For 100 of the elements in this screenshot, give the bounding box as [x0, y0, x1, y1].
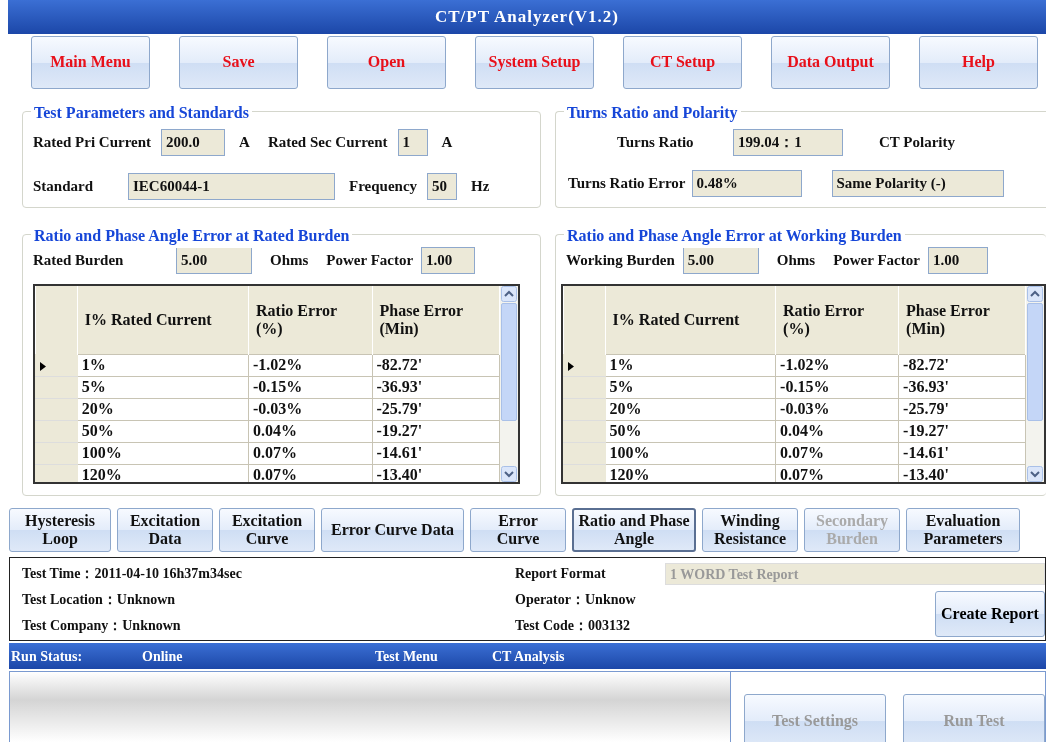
- row-header-corner: [35, 286, 78, 354]
- status-value: Online: [142, 647, 184, 666]
- column-header: I% Rated Current: [605, 286, 776, 354]
- status-label: Test Menu: [375, 647, 439, 666]
- table-cell: -25.79': [898, 398, 1026, 420]
- value-field: 200.0: [161, 129, 226, 156]
- create-report-button[interactable]: Create Report: [935, 591, 1045, 637]
- value-field: 1: [397, 129, 428, 156]
- toolbar-button[interactable]: System Setup: [475, 36, 594, 89]
- window-title: CT/PT Analyzer(V1.2): [435, 6, 619, 29]
- tab[interactable]: Hysteresis Loop: [9, 508, 111, 552]
- row-header[interactable]: [563, 354, 606, 376]
- table-cell: -19.27': [372, 420, 500, 442]
- row-pointer-icon: [40, 361, 46, 371]
- toolbar-button[interactable]: Main Menu: [31, 36, 150, 89]
- unit-label: Ohms: [270, 251, 309, 271]
- value-field: 199.04：1: [733, 129, 843, 156]
- info-label: Operator：: [515, 590, 585, 609]
- table-cell: -0.15%: [248, 376, 373, 398]
- info-value: 003132: [588, 616, 630, 635]
- field-label: CT Polarity: [879, 133, 955, 153]
- table-cell: 100%: [77, 442, 249, 464]
- info-label: Report Format: [515, 564, 607, 583]
- scroll-down-icon[interactable]: [501, 466, 517, 482]
- tab[interactable]: Ratio and Phase Angle: [572, 508, 696, 552]
- value-field: 5.00: [176, 247, 252, 274]
- table-cell: -14.61': [372, 442, 500, 464]
- table-cell: 20%: [605, 398, 776, 420]
- report-format-dropdown[interactable]: 1 WORD Test Report: [665, 563, 1045, 585]
- field-label: Rated Burden: [33, 251, 125, 271]
- polarity-field: Same Polarity (-): [831, 170, 1004, 197]
- row-header-corner: [563, 286, 606, 354]
- table-cell: 5%: [77, 376, 249, 398]
- table-cell: -0.03%: [248, 398, 373, 420]
- unit-label: A: [239, 133, 250, 153]
- status-value: CT Analysis: [492, 647, 565, 666]
- table-cell: 1%: [77, 354, 249, 376]
- toolbar-button[interactable]: Data Output: [771, 36, 890, 89]
- table-cell: -25.79': [372, 398, 500, 420]
- field-label: Turns Ratio: [617, 133, 695, 153]
- table-cell: -1.02%: [775, 354, 899, 376]
- scroll-up-icon[interactable]: [1027, 286, 1043, 302]
- row-pointer-icon: [568, 361, 574, 371]
- scroll-thumb[interactable]: [1027, 303, 1043, 421]
- table-cell: -0.03%: [775, 398, 899, 420]
- table-cell: -82.72': [898, 354, 1026, 376]
- tab[interactable]: Excitation Curve: [219, 508, 315, 552]
- field-label: Working Burden: [566, 251, 675, 271]
- toolbar-button[interactable]: CT Setup: [623, 36, 742, 89]
- table-cell: 20%: [77, 398, 249, 420]
- table-cell: -0.15%: [775, 376, 899, 398]
- table-cell: -36.93': [898, 376, 1026, 398]
- toolbar-button[interactable]: Open: [327, 36, 446, 89]
- column-header: I% Rated Current: [77, 286, 249, 354]
- table-cell: 50%: [605, 420, 776, 442]
- info-label: Test Company：: [22, 616, 123, 635]
- info-label: Test Code：: [515, 616, 588, 635]
- value-field: IEC60044-1: [128, 173, 335, 200]
- status-label: Run Status:: [11, 647, 84, 666]
- table-cell: -19.27': [898, 420, 1026, 442]
- info-value: Unknow: [585, 590, 636, 609]
- tab[interactable]: Error Curve: [470, 508, 566, 552]
- field-label: Frequency: [349, 177, 418, 197]
- unit-label: A: [441, 133, 453, 153]
- table-cell: 0.04%: [775, 420, 899, 442]
- column-header: Ratio Error (%): [248, 286, 373, 354]
- table-cell: 0.07%: [775, 442, 899, 464]
- table-cell: -14.61': [898, 442, 1026, 464]
- tab[interactable]: Excitation Data: [117, 508, 213, 552]
- table-cell: 100%: [605, 442, 776, 464]
- value-field: 1.00: [421, 247, 476, 274]
- table-cell: 5%: [605, 376, 776, 398]
- scroll-down-icon[interactable]: [1027, 466, 1043, 482]
- tab[interactable]: Error Curve Data: [321, 508, 464, 552]
- scroll-thumb[interactable]: [501, 303, 517, 421]
- scrollbar[interactable]: [1026, 286, 1044, 482]
- row-header[interactable]: [35, 354, 78, 376]
- table-cell: -82.72': [372, 354, 500, 376]
- info-value: Unknown: [116, 590, 176, 609]
- column-header: Ratio Error (%): [775, 286, 899, 354]
- field-label: Standard: [33, 177, 95, 197]
- field-label: Power Factor: [833, 251, 920, 271]
- scrollbar[interactable]: [500, 286, 518, 482]
- tab[interactable]: Winding Resistance: [702, 508, 798, 552]
- info-label: Test Location：: [22, 590, 117, 609]
- tab[interactable]: Evaluation Parameters: [906, 508, 1020, 552]
- field-label: Turns Ratio Error: [568, 174, 686, 194]
- column-header: Phase Error (Min): [372, 286, 500, 354]
- table-cell: 50%: [77, 420, 249, 442]
- table-cell: -1.02%: [248, 354, 373, 376]
- field-label: Rated Pri Current: [33, 133, 152, 153]
- value-field: 5.00: [682, 247, 759, 274]
- toolbar-button[interactable]: Save: [179, 36, 298, 89]
- toolbar-button[interactable]: Help: [919, 36, 1038, 89]
- scroll-up-icon[interactable]: [501, 286, 517, 302]
- column-header: Phase Error (Min): [898, 286, 1026, 354]
- table-cell: 1%: [605, 354, 776, 376]
- table-cell: 0.07%: [248, 442, 373, 464]
- info-value: 2011-04-10 16h37m34sec: [94, 564, 242, 583]
- field-label: Power Factor: [326, 251, 414, 271]
